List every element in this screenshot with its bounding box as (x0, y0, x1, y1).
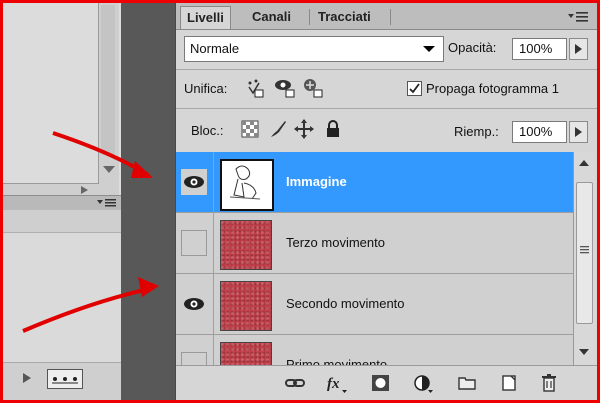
layer-row-secondo-movimento[interactable]: Secondo movimento (176, 274, 573, 335)
annotation-arrow-top (52, 131, 153, 178)
divider (176, 69, 597, 70)
unify-visibility-icon[interactable] (274, 77, 296, 99)
layer-row-immagine[interactable]: Immagine (176, 152, 573, 213)
grip-icon (580, 246, 589, 254)
blend-mode-value: Normale (190, 41, 240, 56)
opacity-value: 100% (519, 41, 553, 56)
lock-position-move-icon[interactable] (294, 119, 314, 139)
workspace: Livelli Canali Tracciati Normale Opacità… (3, 3, 597, 400)
link-icon[interactable] (284, 372, 306, 394)
lock-all-icon[interactable] (325, 120, 341, 138)
svg-text:fx: fx (327, 376, 340, 392)
fill-input[interactable]: 100% (512, 121, 567, 143)
layer-list-scrollbar[interactable] (573, 152, 595, 365)
row-divider (213, 274, 214, 334)
layer-list: Immagine Terzo movimento Secondo movimen… (176, 152, 573, 365)
layer-row-terzo-movimento[interactable]: Terzo movimento (176, 213, 573, 274)
blend-mode-select[interactable]: Normale (184, 36, 444, 62)
scrollbar-thumb[interactable] (576, 182, 593, 324)
layer-name: Immagine (286, 174, 347, 189)
annotation-arrow-bottom (22, 277, 159, 333)
left-panel-header (3, 195, 121, 211)
layers-footer-toolbar: fx (176, 365, 597, 400)
fill-label: Riemp.: (454, 124, 499, 139)
layers-panel: Livelli Canali Tracciati Normale Opacità… (175, 3, 597, 400)
fill-slider-button[interactable] (569, 121, 588, 143)
opacity-label: Opacità: (448, 40, 497, 55)
tab-divider (309, 9, 310, 25)
left-panel-subbar (3, 210, 121, 233)
tab-tracciati[interactable]: Tracciati (312, 6, 377, 28)
panel-menu-icon[interactable] (568, 11, 590, 23)
layer-thumbnail-red (220, 281, 272, 331)
fx-icon[interactable]: fx (326, 372, 348, 394)
panel-menu-icon[interactable] (97, 198, 117, 208)
scroll-down-icon[interactable] (579, 349, 589, 355)
tab-divider (390, 9, 391, 25)
tween-icon (52, 377, 78, 384)
layer-thumbnail-red (220, 342, 272, 365)
layer-name: Primo movimento (286, 357, 388, 365)
row-divider (213, 152, 214, 212)
propagate-checkbox[interactable] (407, 81, 422, 96)
panel-tabs: Livelli Canali Tracciati (176, 3, 597, 30)
opacity-slider-button[interactable] (569, 38, 588, 60)
row-divider (213, 335, 214, 365)
sketch-thumbnail-icon (229, 165, 261, 200)
visibility-toggle-off[interactable] (181, 352, 207, 365)
scroll-up-icon[interactable] (579, 160, 589, 166)
chevron-right-icon (575, 127, 582, 137)
layer-name: Terzo movimento (286, 235, 385, 250)
layer-thumbnail-image (220, 159, 274, 211)
row-divider (213, 213, 214, 273)
eye-icon[interactable] (181, 291, 207, 317)
tween-frames-button[interactable] (47, 369, 83, 389)
trash-icon[interactable] (538, 372, 560, 394)
unify-position-icon[interactable] (245, 77, 265, 99)
lock-label: Bloc.: (191, 123, 224, 138)
propagate-label: Propaga fotogramma 1 (426, 81, 559, 96)
unify-style-icon[interactable] (302, 77, 324, 99)
chevron-right-icon (575, 44, 582, 54)
checkmark-icon (409, 83, 420, 94)
chevron-down-icon (423, 46, 435, 52)
unify-label: Unifica: (184, 81, 228, 96)
new-layer-icon[interactable] (498, 372, 520, 394)
group-folder-icon[interactable] (456, 372, 478, 394)
tab-livelli[interactable]: Livelli (180, 6, 231, 29)
play-icon[interactable] (23, 373, 31, 383)
fill-value: 100% (519, 124, 553, 139)
opacity-input[interactable]: 100% (512, 38, 567, 60)
tab-canali[interactable]: Canali (246, 6, 297, 28)
visibility-toggle-off[interactable] (181, 230, 207, 256)
lock-pixels-brush-icon[interactable] (268, 119, 288, 139)
adjustment-icon[interactable] (412, 372, 434, 394)
lock-transparency-icon[interactable] (241, 120, 259, 138)
layer-name: Secondo movimento (286, 296, 405, 311)
mask-icon[interactable] (370, 372, 392, 394)
layer-row-primo-movimento[interactable]: Primo movimento (176, 335, 573, 365)
eye-icon[interactable] (181, 169, 207, 195)
left-panel-footer (3, 362, 121, 400)
divider (176, 108, 597, 109)
layer-thumbnail-red (220, 220, 272, 270)
